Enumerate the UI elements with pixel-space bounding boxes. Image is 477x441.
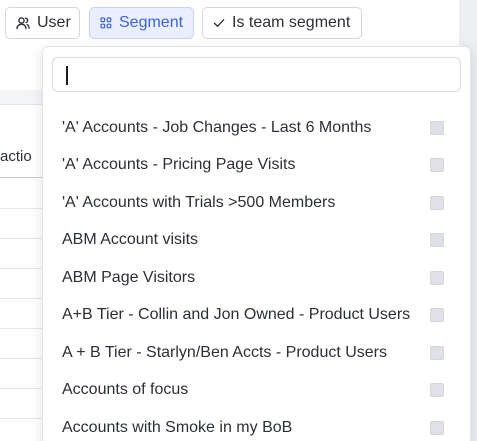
segment-option-checkbox[interactable] [430, 345, 444, 360]
grid-icon [100, 17, 112, 29]
text-caret [66, 66, 68, 85]
segment-option[interactable]: 'A' Accounts - Job Changes - Last 6 Mont… [43, 109, 470, 146]
segment-option[interactable]: ABM Account visits [43, 222, 470, 259]
segment-option[interactable]: Accounts of focus [43, 372, 470, 409]
segment-option[interactable]: 'A' Accounts with Trials >500 Members [43, 184, 470, 221]
user-icon [16, 16, 30, 30]
segment-option-checkbox[interactable] [430, 195, 444, 210]
segment-option-checkbox[interactable] [430, 120, 444, 135]
segment-option-label: Accounts with Smoke in my BoB [62, 418, 293, 436]
user-filter-label: User [37, 14, 71, 31]
segment-option[interactable]: ABM Page Visitors [43, 259, 470, 296]
segment-option-label: 'A' Accounts - Job Changes - Last 6 Mont… [62, 118, 372, 136]
check-icon [213, 17, 225, 29]
segment-search-input[interactable] [53, 58, 460, 91]
team-segment-filter-chip[interactable]: Is team segment [202, 7, 362, 39]
segment-option-checkbox[interactable] [430, 270, 444, 285]
segment-option-label: A+B Tier - Collin and Jon Owned - Produc… [62, 306, 411, 323]
segment-option-checkbox[interactable] [430, 158, 444, 172]
team-segment-filter-label: Is team segment [232, 14, 351, 31]
user-filter-chip[interactable]: User [5, 7, 80, 39]
segment-option-label: A + B Tier - Starlyn/Ben Accts - Product… [62, 343, 388, 361]
segment-option-checkbox[interactable] [430, 420, 444, 435]
segment-option-label: ABM Page Visitors [62, 268, 196, 286]
segment-option-label: Accounts of focus [62, 381, 189, 398]
segment-option[interactable]: Accounts with Smoke in my BoB [43, 409, 470, 441]
segment-option-label: ABM Account visits [62, 231, 199, 248]
segment-dropdown: 'A' Accounts - Job Changes - Last 6 Mont… [42, 46, 471, 441]
table-column-header: actio [0, 148, 32, 165]
segment-search-box[interactable] [52, 57, 461, 92]
segment-option[interactable]: A + B Tier - Starlyn/Ben Accts - Product… [43, 334, 470, 371]
segment-option[interactable]: A+B Tier - Collin and Jon Owned - Produc… [43, 297, 470, 334]
segment-filter-label: Segment [119, 14, 184, 31]
segment-option-checkbox[interactable] [430, 308, 444, 322]
segment-option[interactable]: 'A' Accounts - Pricing Page Visits [43, 147, 470, 184]
segment-option-checkbox[interactable] [430, 233, 444, 247]
segment-filter-chip[interactable]: Segment [89, 7, 194, 39]
segment-option-label: 'A' Accounts - Pricing Page Visits [62, 156, 296, 173]
app-root: actio User Segment Is team segment 'A' A… [0, 0, 477, 441]
segment-option-label: 'A' Accounts with Trials >500 Members [62, 193, 336, 211]
segment-option-checkbox[interactable] [430, 383, 444, 397]
